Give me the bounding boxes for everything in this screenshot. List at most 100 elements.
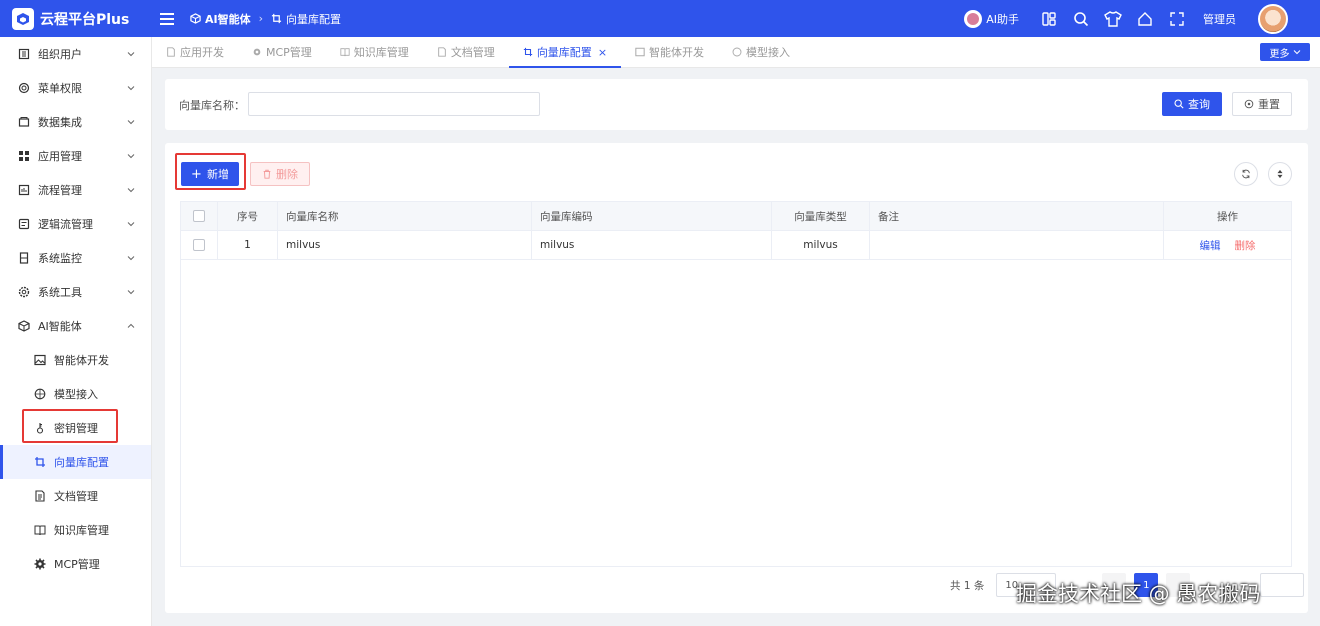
sidebar-item-monitor[interactable]: 系统监控 — [0, 241, 151, 275]
cell-code: milvus — [532, 231, 772, 259]
tab-close-icon[interactable]: × — [598, 46, 607, 59]
tab-label: 模型接入 — [746, 46, 791, 59]
sidebar-item-vector[interactable]: 向量库配置 — [0, 445, 151, 479]
document-icon — [34, 490, 46, 502]
tab-mcp[interactable]: MCP管理 — [238, 37, 326, 68]
search-icon — [1174, 99, 1184, 109]
refresh-icon — [1242, 169, 1250, 179]
sidebar-item-label: AI智能体 — [38, 320, 82, 333]
highlight-box-add — [175, 153, 246, 190]
sidebar-item-flow[interactable]: 流程管理 — [0, 173, 151, 207]
table-header: 序号 向量库名称 向量库编码 向量库类型 备注 操作 — [181, 202, 1291, 231]
tab-model[interactable]: 模型接入 — [718, 37, 804, 68]
sidebar-item-label: 逻辑流管理 — [38, 218, 93, 231]
sidebar-item-ai[interactable]: AI智能体 — [0, 309, 151, 343]
header-index: 序号 — [218, 202, 278, 230]
sidebar-item-label: 智能体开发 — [54, 354, 109, 367]
vector-name-input[interactable] — [248, 92, 540, 116]
sidebar-item-label: MCP管理 — [54, 558, 100, 571]
crop-icon — [523, 47, 532, 57]
chevron-down-icon — [127, 290, 135, 295]
chevron-down-icon — [127, 256, 135, 261]
logo[interactable]: 云程平台Plus — [0, 7, 152, 30]
sidebar: 组织用户 菜单权限 数据集成 应用管理 流程管理 逻辑流管理 系统监控 系统工具 — [0, 37, 152, 626]
sidebar-item-logic[interactable]: 逻辑流管理 — [0, 207, 151, 241]
sidebar-item-label: 向量库配置 — [54, 456, 109, 469]
header-actions: AI助手 管理员 — [964, 3, 1320, 34]
menu-permission-icon — [18, 82, 30, 94]
admin-name[interactable]: 管理员 — [1203, 11, 1236, 27]
theme-shirt-icon[interactable] — [1104, 10, 1122, 28]
tab-bar: 应用开发 MCP管理 知识库管理 文档管理 向量库配置 × 智能体开发 模型接入… — [152, 37, 1320, 68]
row-select-cell — [181, 231, 218, 259]
cell-note — [870, 231, 1164, 259]
sidebar-item-agent-dev[interactable]: 智能体开发 — [0, 343, 151, 377]
sidebar-item-knowledge[interactable]: 知识库管理 — [0, 513, 151, 547]
sidebar-item-app[interactable]: 应用管理 — [0, 139, 151, 173]
chevron-down-icon — [127, 154, 135, 159]
hamburger-icon[interactable] — [160, 12, 174, 25]
logo-icon — [12, 7, 34, 30]
home-icon[interactable] — [1136, 10, 1154, 28]
sidebar-item-docs[interactable]: 文档管理 — [0, 479, 151, 513]
tab-docs[interactable]: 文档管理 — [423, 37, 509, 68]
sidebar-item-label: 文档管理 — [54, 490, 98, 503]
header-type: 向量库类型 — [772, 202, 870, 230]
chevron-down-icon — [127, 86, 135, 91]
gear-icon — [34, 558, 46, 570]
avatar[interactable] — [1258, 3, 1288, 34]
page-jump-input[interactable] — [1260, 573, 1305, 597]
sidebar-item-label: 系统工具 — [38, 286, 82, 299]
search-icon[interactable] — [1072, 10, 1090, 28]
flow-icon — [18, 184, 30, 196]
reset-label: 重置 — [1258, 98, 1280, 111]
sidebar-item-mcp[interactable]: MCP管理 — [0, 547, 151, 581]
ai-helper-button[interactable]: AI助手 — [964, 9, 1019, 28]
sidebar-item-model[interactable]: 模型接入 — [0, 377, 151, 411]
model-icon — [732, 47, 742, 57]
monitor-icon — [18, 252, 30, 264]
breadcrumb-item-ai[interactable]: AI智能体 — [190, 11, 251, 27]
reset-button[interactable]: 重置 — [1232, 92, 1292, 116]
delete-link[interactable]: 删除 — [1235, 238, 1256, 253]
book-icon — [340, 48, 350, 57]
sidebar-item-org[interactable]: 组织用户 — [0, 37, 151, 71]
chevron-down-icon — [127, 188, 135, 193]
highlight-box-sidebar — [22, 409, 118, 443]
delete-button[interactable]: 删除 — [250, 162, 310, 186]
refresh-button[interactable] — [1234, 162, 1258, 186]
more-label: 更多 — [1269, 48, 1290, 60]
logo-text: 云程平台Plus — [40, 11, 130, 28]
edit-link[interactable]: 编辑 — [1200, 238, 1221, 253]
tab-vector[interactable]: 向量库配置 × — [508, 37, 622, 68]
layout-icon[interactable] — [1040, 10, 1058, 28]
main-panel: + 新增 删除 序号 向量库名称 向量库编码 向量库类型 备注 操作 1 mil… — [165, 143, 1308, 613]
data-icon — [18, 116, 30, 128]
row-checkbox[interactable] — [193, 239, 205, 251]
tab-knowledge[interactable]: 知识库管理 — [326, 37, 423, 68]
document-icon — [167, 47, 175, 57]
sort-icon — [1277, 169, 1283, 179]
query-button[interactable]: 查询 — [1162, 92, 1222, 116]
more-button[interactable]: 更多 — [1260, 43, 1310, 61]
ai-avatar-icon — [964, 9, 983, 28]
document-icon — [438, 47, 446, 57]
gear-icon — [18, 286, 30, 298]
cell-op: 编辑 删除 — [1164, 231, 1291, 259]
fullscreen-icon[interactable] — [1168, 10, 1186, 28]
sort-button[interactable] — [1268, 162, 1292, 186]
chevron-down-icon — [127, 52, 135, 57]
sidebar-item-data[interactable]: 数据集成 — [0, 105, 151, 139]
search-label: 向量库名称： — [179, 99, 245, 112]
tab-agent-dev[interactable]: 智能体开发 — [621, 37, 718, 68]
delete-label: 删除 — [276, 168, 298, 181]
sidebar-item-menu-permission[interactable]: 菜单权限 — [0, 71, 151, 105]
trash-icon — [263, 169, 271, 179]
chevron-down-icon — [1293, 50, 1300, 55]
book-icon — [34, 524, 46, 536]
select-all-checkbox[interactable] — [193, 210, 205, 222]
tab-app-dev[interactable]: 应用开发 — [152, 37, 238, 68]
sidebar-item-tools[interactable]: 系统工具 — [0, 275, 151, 309]
cell-index: 1 — [218, 231, 278, 259]
gear-icon — [253, 48, 261, 56]
